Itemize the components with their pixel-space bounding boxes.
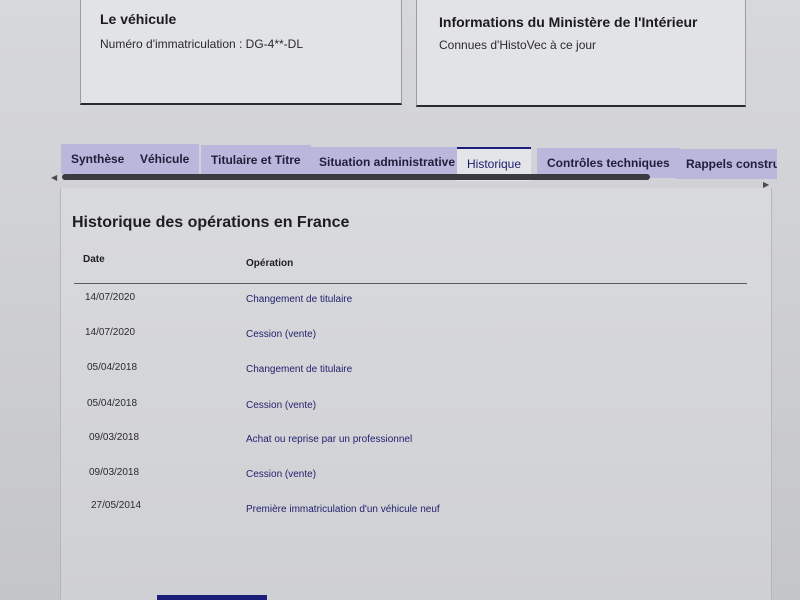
ministry-card-subtitle: Connues d'HistoVec à ce jour [439,38,597,52]
row-operation[interactable]: Changement de titulaire [246,294,352,305]
row-operation[interactable]: Achat ou reprise par un professionnel [246,434,412,445]
tab-vehicule[interactable]: Véhicule [130,144,200,174]
table-row: 14/07/2020 Cession (vente) [61,327,761,347]
tab-titulaire-et-titre[interactable]: Titulaire et Titre [201,145,311,175]
row-operation[interactable]: Cession (vente) [246,469,316,480]
tabs-scrollbar-thumb[interactable] [62,174,650,180]
row-operation[interactable]: Cession (vente) [246,400,316,411]
vehicle-card-title: Le véhicule [100,11,177,27]
table-row: 27/05/2014 Première immatriculation d'un… [61,500,761,520]
row-date: 27/05/2014 [91,500,142,511]
tab-synthese[interactable]: Synthèse [61,144,135,174]
row-date: 14/07/2020 [85,292,136,303]
table-row: 14/07/2020 Changement de titulaire [61,292,761,312]
row-date: 14/07/2020 [85,327,136,338]
column-header-date: Date [83,254,105,265]
ministry-card: Informations du Ministère de l'Intérieur… [416,0,746,107]
row-operation[interactable]: Changement de titulaire [246,364,352,375]
tab-situation-administrative[interactable]: Situation administrative [309,147,466,177]
ministry-card-title: Informations du Ministère de l'Intérieur [439,14,698,30]
row-date: 09/03/2018 [89,432,140,443]
header-divider [74,283,747,284]
tabs-scrollbar[interactable] [55,174,765,182]
column-header-operation: Opération [246,258,294,269]
row-date: 05/04/2018 [87,362,138,373]
row-operation[interactable]: Première immatriculation d'un véhicule n… [246,504,440,515]
vehicle-card: Le véhicule Numéro d'immatriculation : D… [80,0,402,105]
table-row: 05/04/2018 Cession (vente) [61,398,761,418]
row-date: 05/04/2018 [87,398,138,409]
bottom-accent-bar [157,595,267,600]
history-panel: Historique des opérations en France Date… [60,188,772,600]
table-row: 09/03/2018 Cession (vente) [61,467,761,487]
registration-number: Numéro d'immatriculation : DG-4**-DL [100,37,304,51]
table-row: 05/04/2018 Changement de titulaire [61,362,761,382]
history-title: Historique des opérations en France [72,214,350,231]
histovec-screen: Le véhicule Numéro d'immatriculation : D… [0,0,800,600]
table-row: 09/03/2018 Achat ou reprise par un profe… [61,432,761,452]
row-date: 09/03/2018 [89,467,140,478]
row-operation[interactable]: Cession (vente) [246,329,316,340]
